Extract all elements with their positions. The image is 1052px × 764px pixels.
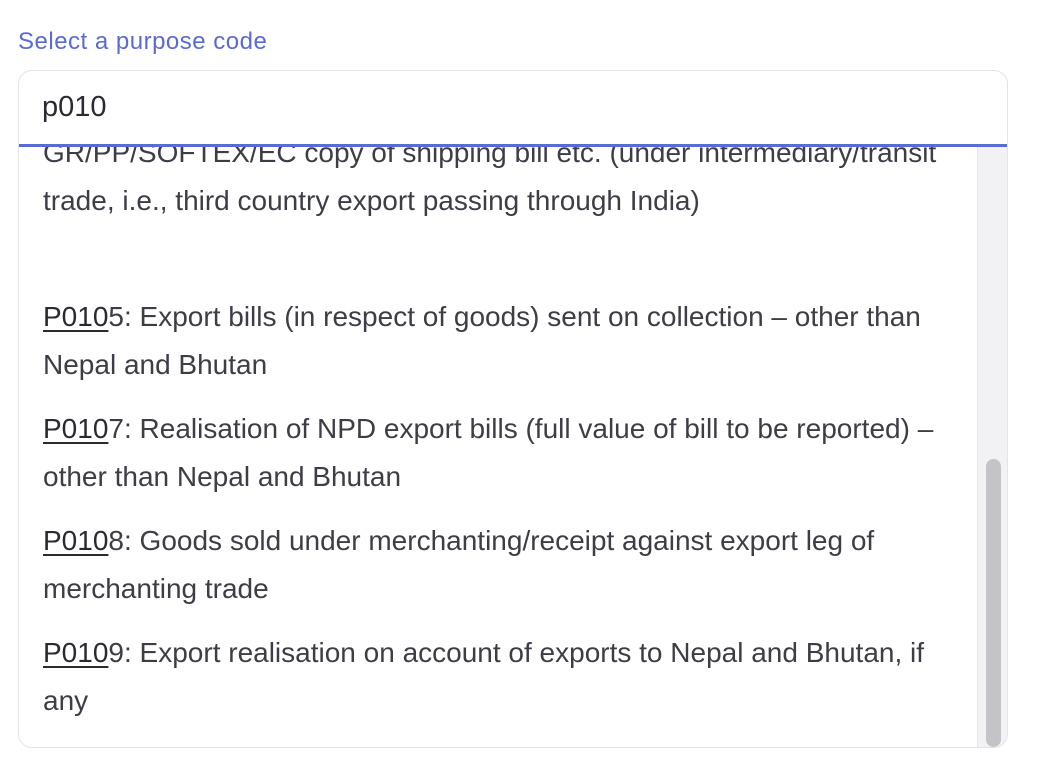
option-description: : Goods sold under merchanting/receipt a…: [43, 525, 875, 604]
option-code-rest: 5: [108, 301, 124, 332]
option-description: GR/PP/SOFTEX/EC copy of shipping bill et…: [43, 147, 937, 216]
option-code-rest: 8: [108, 525, 124, 556]
option-item[interactable]: P0108: Goods sold under merchanting/rece…: [43, 517, 943, 613]
option-item[interactable]: P0107: Realisation of NPD export bills (…: [43, 405, 943, 501]
purpose-code-combobox: GR/PP/SOFTEX/EC copy of shipping bill et…: [18, 70, 1008, 748]
purpose-code-label: Select a purpose code: [18, 28, 268, 55]
option-code-rest: 7: [108, 413, 124, 444]
options-scrollbar[interactable]: [977, 147, 1007, 747]
purpose-code-options-list: GR/PP/SOFTEX/EC copy of shipping bill et…: [19, 147, 977, 747]
option-description: : Export realisation on account of expor…: [43, 637, 925, 716]
option-code-match: P010: [43, 301, 109, 332]
option-item[interactable]: GR/PP/SOFTEX/EC copy of shipping bill et…: [43, 147, 943, 225]
option-code-match: P010: [43, 413, 109, 444]
option-code-match: P010: [43, 525, 109, 556]
purpose-code-search-input[interactable]: [19, 71, 1007, 147]
option-item[interactable]: P0109: Export realisation on account of …: [43, 629, 943, 725]
option-code-match: P010: [43, 637, 109, 668]
option-description: : Export bills (in respect of goods) sen…: [43, 301, 921, 380]
scrollbar-thumb[interactable]: [986, 459, 1001, 747]
option-code-rest: 9: [108, 637, 124, 668]
option-item[interactable]: P0105: Export bills (in respect of goods…: [43, 293, 943, 389]
option-description: : Realisation of NPD export bills (full …: [43, 413, 934, 492]
